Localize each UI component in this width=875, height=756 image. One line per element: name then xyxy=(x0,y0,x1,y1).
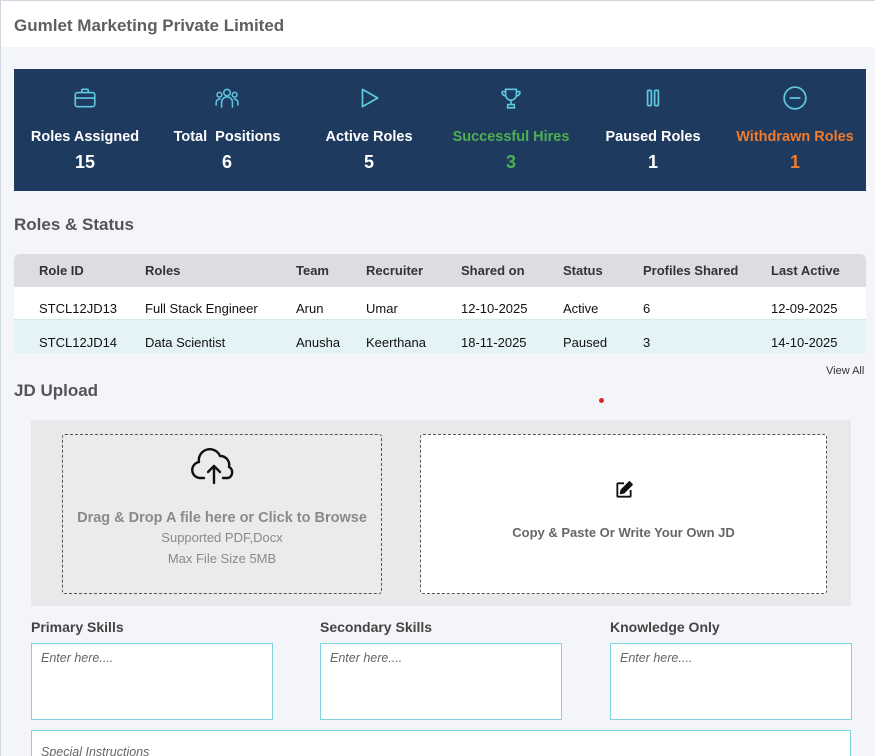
stat-successful-hires[interactable]: Successful Hires 3 xyxy=(440,69,582,191)
company-name: Gumlet Marketing Private Limited xyxy=(14,16,285,35)
table-row[interactable]: STCL12JD13 Full Stack Engineer Arun Umar… xyxy=(14,287,866,319)
knowledge-only-input[interactable] xyxy=(610,643,852,720)
column-header: Profiles Shared xyxy=(643,263,739,278)
indicator-dot xyxy=(599,398,604,403)
write-jd-area[interactable]: Copy & Paste Or Write Your Own JD xyxy=(420,434,827,594)
column-header: Shared on xyxy=(461,263,525,278)
column-header: Last Active xyxy=(771,263,840,278)
stat-value: 6 xyxy=(221,152,232,172)
role-id-cell: STCL12JD14 xyxy=(39,335,118,350)
primary-skills-label: Primary Skills xyxy=(31,619,124,635)
max-file-size: Max File Size 5MB xyxy=(167,551,277,566)
roles-section-title: Roles & Status xyxy=(14,215,134,234)
people-icon xyxy=(215,88,239,108)
knowledge-only-label: Knowledge Only xyxy=(610,619,720,635)
column-header: Role ID xyxy=(39,263,84,278)
minus-circle-icon xyxy=(783,86,807,110)
shared-on-cell: 12-10-2025 xyxy=(461,301,528,316)
last-active-cell: 12-09-2025 xyxy=(771,301,838,316)
supported-formats: Supported PDF,Docx xyxy=(161,530,283,545)
stats-banner: Roles Assigned 15 Total Positions 6 Acti… xyxy=(14,69,866,191)
stat-label: Withdrawn Roles xyxy=(736,129,854,145)
view-all-link[interactable]: View All xyxy=(826,365,864,377)
last-active-cell: 14-10-2025 xyxy=(771,335,838,350)
stat-value: 1 xyxy=(789,152,800,172)
stat-paused-roles[interactable]: Paused Roles 1 xyxy=(582,69,724,191)
team-cell: Arun xyxy=(296,301,324,316)
stat-label: Active Roles xyxy=(325,129,413,145)
role-cell: Full Stack Engineer xyxy=(145,301,258,316)
file-dropzone[interactable]: Drag & Drop A file here or Click to Brow… xyxy=(62,434,382,594)
secondary-skills-label: Secondary Skills xyxy=(320,619,433,635)
trophy-icon xyxy=(501,88,521,109)
cloud-upload-icon xyxy=(191,448,234,485)
stat-roles-assigned[interactable]: Roles Assigned 15 xyxy=(14,69,156,191)
stat-value: 5 xyxy=(363,152,374,172)
column-header: Roles xyxy=(145,263,181,278)
stat-withdrawn-roles[interactable]: Withdrawn Roles 1 xyxy=(724,69,866,191)
stat-label: Paused Roles xyxy=(605,129,701,145)
status-cell: Paused xyxy=(563,335,608,350)
roles-table: Role ID Roles Team Recruiter Shared on S… xyxy=(14,254,866,353)
stat-label: Successful Hires xyxy=(452,129,570,145)
stat-value: 3 xyxy=(505,152,516,172)
write-jd-label: Copy & Paste Or Write Your Own JD xyxy=(512,525,735,540)
jd-upload-title: JD Upload xyxy=(14,381,99,400)
stat-value: 1 xyxy=(647,152,658,172)
profiles-shared-cell: 3 xyxy=(643,335,651,350)
dropzone-title: Drag & Drop A file here or Click to Brow… xyxy=(77,510,367,526)
play-icon xyxy=(361,88,379,108)
stat-label: Total Positions xyxy=(173,129,281,145)
column-header: Team xyxy=(296,263,329,278)
stat-value: 15 xyxy=(74,152,96,172)
role-cell: Data Scientist xyxy=(145,335,226,350)
edit-icon xyxy=(616,481,633,498)
recruiter-cell: Umar xyxy=(366,301,398,316)
status-cell: Active xyxy=(563,301,599,316)
stat-total-positions[interactable]: Total Positions 6 xyxy=(156,69,298,191)
stat-active-roles[interactable]: Active Roles 5 xyxy=(298,69,440,191)
role-id-cell: STCL12JD13 xyxy=(39,301,118,316)
stat-label: Roles Assigned xyxy=(30,129,140,145)
team-cell: Anusha xyxy=(296,335,341,350)
column-header: Recruiter xyxy=(366,263,424,278)
shared-on-cell: 18-11-2025 xyxy=(461,335,527,350)
jd-upload-panel: Drag & Drop A file here or Click to Brow… xyxy=(31,420,851,606)
column-header: Status xyxy=(563,263,603,278)
recruiter-cell: Keerthana xyxy=(366,335,426,350)
table-header: Role ID Roles Team Recruiter Shared on S… xyxy=(14,254,866,287)
primary-skills-input[interactable] xyxy=(31,643,273,720)
top-bar: Gumlet Marketing Private Limited xyxy=(1,1,875,47)
secondary-skills-input[interactable] xyxy=(320,643,562,720)
special-instructions-input[interactable] xyxy=(31,730,851,756)
table-row[interactable]: STCL12JD14 Data Scientist Anusha Keertha… xyxy=(14,319,866,353)
pause-icon xyxy=(646,89,660,107)
profiles-shared-cell: 6 xyxy=(643,301,651,316)
briefcase-icon xyxy=(74,88,96,108)
